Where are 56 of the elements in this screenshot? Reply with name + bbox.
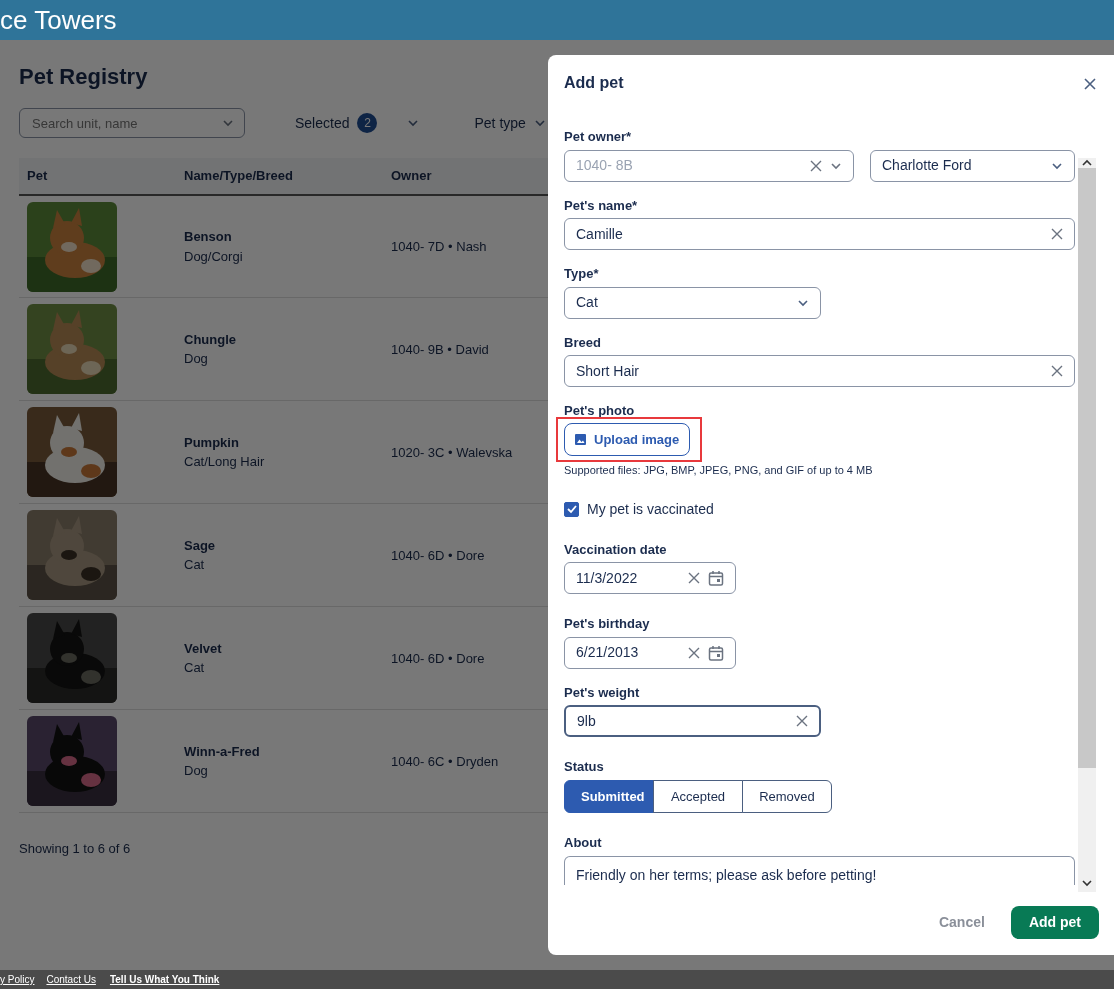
pet-type: Dog/Corgi [184, 247, 244, 266]
status-option[interactable]: Removed [742, 779, 832, 813]
type-select[interactable]: Cat [564, 286, 821, 319]
count-badge: 2 [357, 113, 378, 134]
pet-name: Chungle [184, 330, 237, 349]
field-label: Pet's name* [564, 196, 639, 215]
field-label: Pet's weight [564, 683, 641, 702]
search-dropdown[interactable]: Search unit, name [19, 108, 245, 139]
input-field[interactable]: Short Hair [564, 355, 1075, 387]
footer-link[interactable]: Tell Us What You Think [109, 972, 220, 987]
field-label: About [564, 834, 603, 852]
owner-text: 1040- 7D • Nash [391, 238, 487, 254]
pet-type: Dog [184, 762, 209, 781]
status-option[interactable]: Submitted [564, 779, 654, 813]
column-header: Pet [19, 158, 176, 195]
pet-type: Cat [184, 659, 206, 678]
owner-text: 1040- 6C • Dryden [391, 753, 499, 769]
field-label: Pet owner* [564, 128, 633, 146]
column-header: Name/Type/Breed [176, 158, 383, 195]
upload-button[interactable]: Upload image [564, 422, 691, 456]
field-label: Status [564, 758, 605, 776]
status-option[interactable]: Accepted [653, 779, 743, 813]
owner-text: 1020- 3C • Walevska [391, 444, 513, 460]
date-field[interactable]: 6/21/2013 [564, 636, 736, 669]
pet-name: Winn-a-Fred [184, 742, 261, 761]
checkbox-label: My pet is vaccinated [587, 499, 714, 519]
field-label: Type* [564, 265, 600, 283]
pet-type: Dog [184, 350, 209, 369]
owner-select[interactable]: Charlotte Ford [870, 149, 1075, 182]
owner-text: 1040- 6D • Dore [391, 650, 485, 666]
owner-text: 1040- 9B • David [391, 341, 489, 357]
search-field[interactable]: Search unit, name [30, 112, 222, 135]
pet-name: Velvet [184, 639, 223, 658]
help-text: Supported files: JPG, BMP, JPEG, PNG, and GIF of up to 4 MB [564, 463, 874, 478]
input-field[interactable]: 9lb [564, 705, 821, 737]
input-field[interactable]: Camille [564, 218, 1075, 250]
page-title: Pet Registry [19, 64, 148, 91]
pet-type: Cat [184, 556, 206, 575]
field-label: Breed [564, 333, 602, 352]
pet-name: Sage [184, 536, 217, 555]
date-field[interactable]: 11/3/2022 [564, 562, 736, 594]
field-label: Vaccination date [564, 540, 668, 559]
filter-dropdown[interactable]: Pet type [474, 112, 546, 134]
footer-link[interactable]: y Policy [0, 972, 35, 987]
pet-name: Benson [184, 228, 233, 247]
results-summary: Showing 1 to 6 of 6 [19, 840, 131, 859]
pet-name: Pumpkin [184, 433, 240, 452]
add-pet-button[interactable]: Add pet [1010, 906, 1099, 939]
app-title: ce Towers [0, 0, 1114, 40]
field-label: Pet's photo [564, 402, 636, 420]
footer-link[interactable]: Contact Us [46, 972, 96, 987]
owner-text: 1040- 6D • Dore [391, 547, 485, 563]
pet-type: Cat/Long Hair [184, 453, 266, 472]
dialog-title: Add pet [564, 73, 624, 93]
field-label: Pet's birthday [564, 615, 651, 633]
filter-dropdown[interactable]: Selected 2 [295, 112, 420, 134]
